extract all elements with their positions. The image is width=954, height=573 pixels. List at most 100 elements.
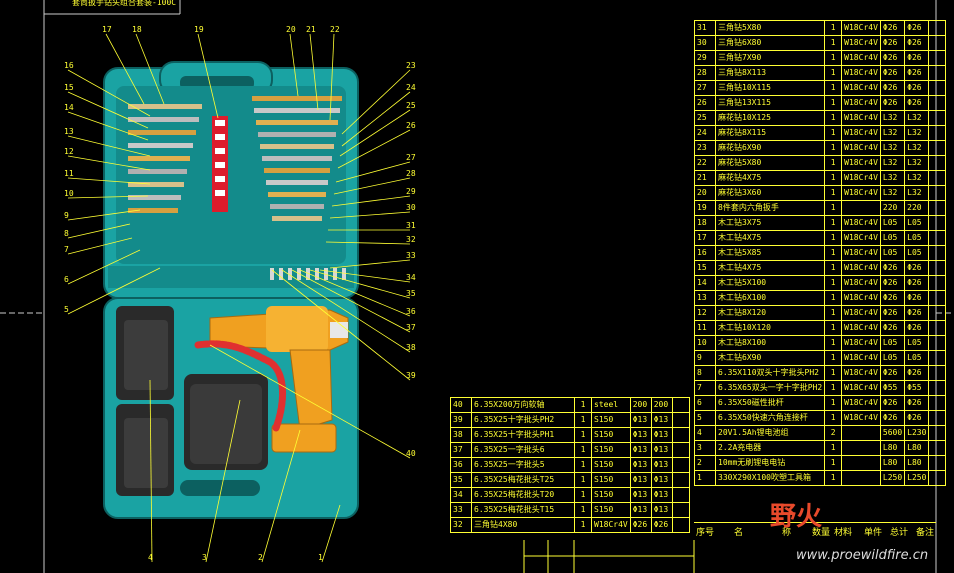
drill-bit-right [266,180,328,185]
bom-right-cell: Φ26 [904,65,930,81]
bom-right-cell: Φ26 [904,395,930,411]
callout-number: 13 [64,127,74,136]
drill-bit-left [128,195,181,200]
callout-number: 10 [64,189,74,198]
bom-right-cell: 1 [824,35,843,51]
bom-right-row: 11 木工钻10X120 1 W18Cr4V Φ26 Φ26 [694,320,947,336]
bom-right-cell: 1 [824,470,843,486]
bom-right-cell: Φ26 [879,35,906,51]
bom-right-cell [928,245,947,261]
bom-right-cell: L05 [904,230,930,246]
bom-right-cell: L32 [879,125,906,141]
bom-right-cell [928,455,947,471]
hex-key-set [212,116,228,212]
bom-left-cell: 32 [450,517,472,533]
bom-right-cell [928,470,947,486]
bom-right-cell: 20 [694,185,716,201]
bom-right-cell: L32 [879,170,906,186]
watermark-logo: 野火 [770,502,823,532]
bom-left-cell: 1 [574,502,592,518]
bom-right-cell: Φ26 [904,50,930,66]
bom-left-cell: 39 [450,412,472,428]
bom-left-cell: S150 [591,442,631,458]
bom-right-cell: 22 [694,155,716,171]
drill-bit-right [254,108,340,113]
bom-right-cell: L80 [904,440,930,456]
header-name-a: 名 [734,528,744,538]
callout-number: 5 [64,305,69,314]
bom-left-cell: Φ13 [650,412,673,428]
callout-number: 16 [64,61,74,70]
bom-right-cell: L250 [904,470,930,486]
bom-right-row: 27 三角钻10X115 1 W18Cr4V Φ26 Φ26 [694,80,947,96]
drill-bit-right [258,132,336,137]
callout-number: 28 [406,169,416,178]
bom-left-cell: S150 [591,457,631,473]
bom-right-cell [928,260,947,276]
bom-right-row: 3 2.2A充电器 1 L80 L80 [694,440,947,456]
drill-bit-left [128,117,199,122]
bom-left-cell: 200 [650,397,673,413]
screwdriver-bit [315,268,319,280]
bom-right-cell [928,215,947,231]
bom-right-cell: 1 [824,80,843,96]
bom-right-cell: 26 [694,95,716,111]
bom-left-cell: Φ13 [650,502,673,518]
bom-right-cell: 1 [824,140,843,156]
bom-right-cell: 麻花钻6X90 [714,140,826,156]
callout-number: 40 [406,449,416,458]
bom-left-cell: W18Cr4V [591,517,631,533]
bom-left-cell: 1 [574,412,592,428]
bom-right-cell: 18 [694,215,716,231]
bom-left-cell [671,472,690,488]
drawing-title-fragment: 套筒扳手钻头组合套装-100C [72,0,177,7]
bom-right-cell: 10 [694,335,716,351]
bom-right-cell [928,425,947,441]
bom-right-cell: L32 [904,170,930,186]
bom-right-cell: Φ26 [904,290,930,306]
bom-right-cell [928,365,947,381]
drill-bit-right [260,144,334,149]
bom-right-cell: 木工钻4X75 [714,260,826,276]
bom-right-cell: W18Cr4V [841,50,881,66]
bom-right-cell: 8 [694,365,716,381]
bom-left-cell: S150 [591,427,631,443]
bom-right-cell [928,320,947,336]
bom-left-cell: Φ13 [629,487,652,503]
bom-right-cell: W18Cr4V [841,185,881,201]
bom-right-cell: 三角钻10X115 [714,80,826,96]
bom-left-cell: 1 [574,487,592,503]
bom-right-cell: Φ55 [904,380,930,396]
bom-left-cell: Φ13 [650,487,673,503]
bom-right-cell [928,140,947,156]
bom-right-cell [928,50,947,66]
bom-right-cell: Φ26 [879,65,906,81]
bom-right-cell: 1 [824,200,843,216]
bom-right-cell: 6.35X65双头一字十字批PH2 [714,380,826,396]
header-material: 材料 [834,528,853,538]
bom-right-cell: 7 [694,380,716,396]
bom-right-row: 26 三角钻13X115 1 W18Cr4V Φ26 Φ26 [694,95,947,111]
bom-right-row: 18 木工钻3X75 1 W18Cr4V L05 L05 [694,215,947,231]
bom-right-cell: Φ26 [904,320,930,336]
bom-right-cell: Φ26 [879,95,906,111]
bom-right-cell: W18Cr4V [841,380,881,396]
bom-right-cell: 三角钻6X80 [714,35,826,51]
bom-right-cell: W18Cr4V [841,125,881,141]
bom-right-cell: 木工钻5X85 [714,245,826,261]
bom-right-cell: Φ26 [879,305,906,321]
bom-right-cell: 1 [824,275,843,291]
bom-right-row: 4 20V1.5Ah锂电池组 2 5600 L230 [694,425,947,441]
bom-right-cell: 29 [694,50,716,66]
bom-right-cell: 6.35X50快速六角连接杆 [714,410,826,426]
bom-right-cell: L32 [879,110,906,126]
bom-right-cell: W18Cr4V [841,395,881,411]
callout-number: 7 [64,245,69,254]
bom-right-cell: 1 [824,335,843,351]
bom-right-row: 13 木工钻6X100 1 W18Cr4V Φ26 Φ26 [694,290,947,306]
bom-table-right: 31 三角钻5X80 1 W18Cr4V Φ26 Φ26 30 三角钻6X80 1 W18Cr4V… [694,20,947,486]
callout-number: 3 [202,553,207,562]
bom-right-cell: 三角钻13X115 [714,95,826,111]
bom-left-row: 34 6.35X25梅花批头T20 1 S150 Φ13 Φ13 [450,487,690,503]
bom-right-cell: 麻花钻10X125 [714,110,826,126]
